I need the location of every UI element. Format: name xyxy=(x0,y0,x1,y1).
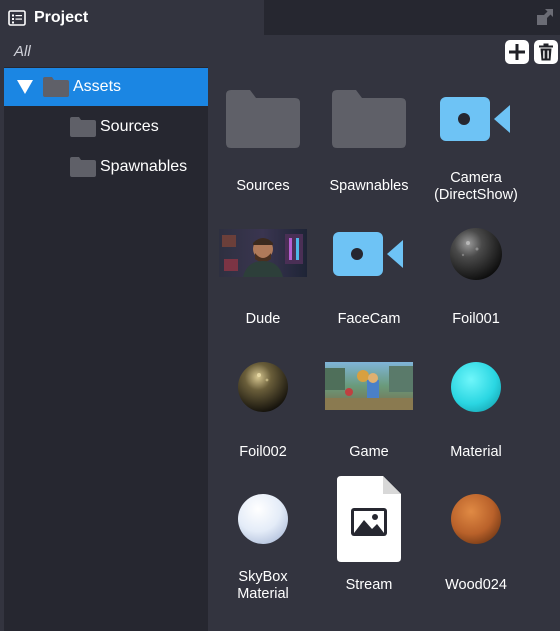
maximize-icon[interactable] xyxy=(536,8,554,26)
plus-icon xyxy=(509,44,525,60)
asset-label: Wood024 xyxy=(445,577,507,593)
asset-item-sources[interactable]: Sources xyxy=(210,67,316,197)
asset-label: Camera (DirectShow) xyxy=(434,170,518,203)
tree-item-spawnables[interactable]: Spawnables xyxy=(4,148,208,186)
asset-item-foil002[interactable]: Foil002 xyxy=(210,333,316,463)
texture-thumbnail xyxy=(325,362,413,410)
trash-icon xyxy=(539,43,553,61)
folder-icon xyxy=(226,90,300,148)
asset-label: FaceCam xyxy=(337,311,401,327)
filter-label[interactable]: All xyxy=(14,43,31,60)
texture-thumbnail xyxy=(219,229,307,277)
asset-item-dude[interactable]: Dude xyxy=(210,200,316,330)
asset-label: Foil002 xyxy=(239,444,287,460)
add-asset-button[interactable] xyxy=(505,40,529,64)
tree-item-assets[interactable]: Assets xyxy=(4,68,208,106)
asset-item-stream[interactable]: Stream xyxy=(316,466,422,596)
asset-item-facecam[interactable]: FaceCam xyxy=(316,200,422,330)
asset-grid: Sources Spawnables Camera (DirectShow) D… xyxy=(208,67,560,631)
panel-title: Project xyxy=(34,8,89,26)
asset-label: Sources xyxy=(236,178,290,194)
asset-label: Stream xyxy=(345,577,393,593)
asset-item-camera-directshow[interactable]: Camera (DirectShow) xyxy=(423,67,529,203)
caret-down-icon[interactable] xyxy=(17,80,33,94)
tree-item-label: Assets xyxy=(73,78,122,95)
video-camera-icon xyxy=(440,97,510,141)
asset-label: Foil001 xyxy=(452,311,500,327)
folder-icon xyxy=(70,157,96,177)
asset-label: SkyBox Material xyxy=(237,569,289,602)
folder-tree: Assets Sources Spawnables xyxy=(4,67,208,631)
folder-icon xyxy=(43,77,69,97)
asset-item-spawnables[interactable]: Spawnables xyxy=(316,67,422,197)
asset-item-material[interactable]: Material xyxy=(423,333,529,463)
project-tab[interactable]: Project xyxy=(0,0,264,35)
tree-item-sources[interactable]: Sources xyxy=(4,108,208,146)
asset-item-skybox-material[interactable]: SkyBox Material xyxy=(210,466,316,602)
asset-label: Dude xyxy=(245,311,281,327)
asset-label: Spawnables xyxy=(329,178,409,194)
tree-item-label: Spawnables xyxy=(100,158,188,175)
asset-item-foil001[interactable]: Foil001 xyxy=(423,200,529,330)
asset-item-wood024[interactable]: Wood024 xyxy=(423,466,529,596)
folder-icon xyxy=(70,117,96,137)
material-sphere xyxy=(238,494,288,544)
video-camera-icon xyxy=(333,232,403,276)
material-sphere xyxy=(450,228,502,280)
tree-item-label: Sources xyxy=(100,118,159,135)
material-sphere xyxy=(238,362,288,412)
panel-tab-bar: Project xyxy=(0,0,560,35)
image-file-icon xyxy=(337,476,401,562)
folder-icon xyxy=(332,90,406,148)
asset-label: Material xyxy=(450,444,502,460)
asset-label: Game xyxy=(349,444,389,460)
delete-asset-button[interactable] xyxy=(534,40,558,64)
asset-item-game[interactable]: Game xyxy=(316,333,422,463)
material-sphere xyxy=(451,494,501,544)
material-sphere xyxy=(451,362,501,412)
filter-bar: All xyxy=(0,37,560,65)
list-window-icon xyxy=(8,9,26,26)
